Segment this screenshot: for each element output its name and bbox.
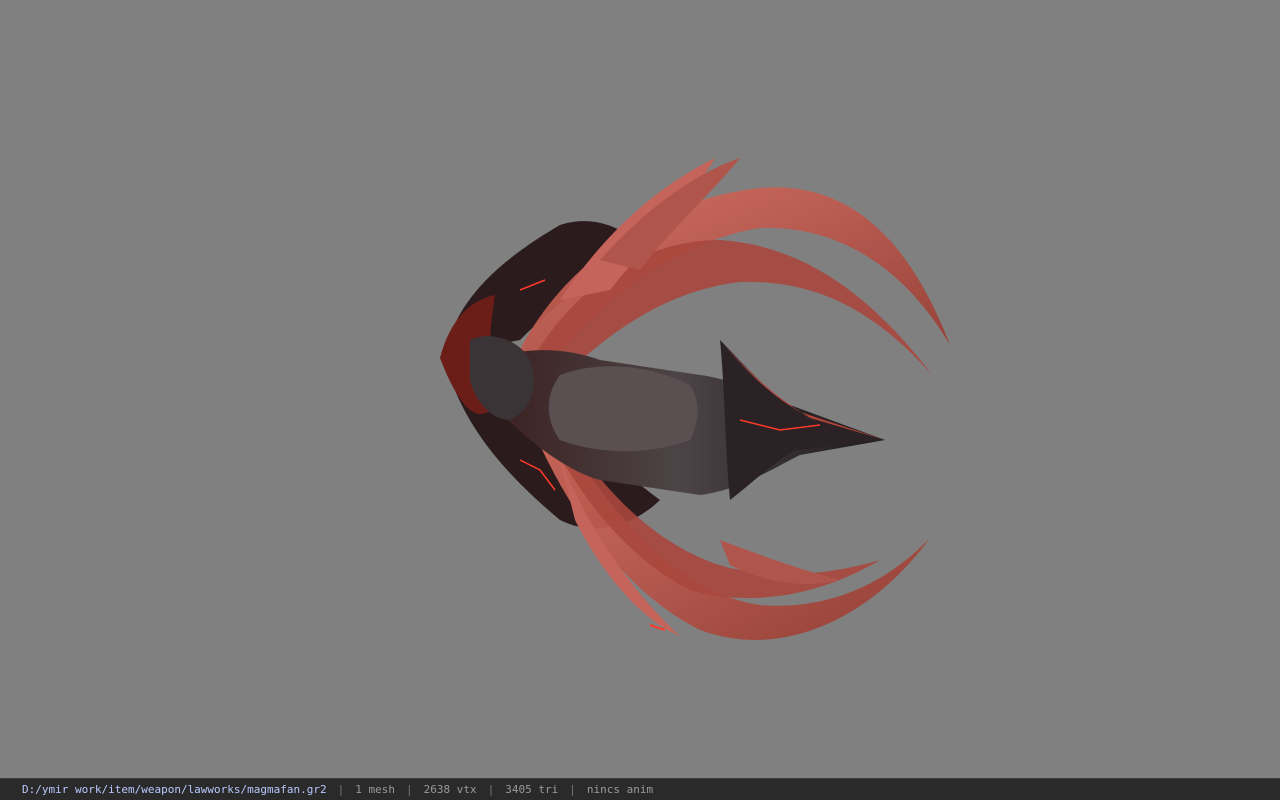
weapon-model[interactable]: [0, 0, 1280, 778]
hilt-center-piece: [548, 366, 698, 452]
status-separator: |: [569, 783, 576, 796]
triangle-count-label: 3405 tri: [505, 783, 559, 796]
status-bar: D:/ymir work/item/weapon/lawworks/magmaf…: [0, 778, 1280, 800]
animation-status-label: nincs anim: [586, 783, 654, 796]
mesh-count-label: 1 mesh: [355, 783, 396, 796]
status-separator: |: [406, 783, 413, 796]
status-separator: |: [337, 783, 345, 796]
file-path-label: D:/ymir work/item/weapon/lawworks/magmaf…: [22, 783, 327, 796]
hilt-tip: [720, 340, 885, 500]
vertex-count-label: 2638 vtx: [423, 783, 477, 796]
3d-viewport[interactable]: [0, 0, 1280, 778]
status-separator: |: [487, 783, 495, 796]
